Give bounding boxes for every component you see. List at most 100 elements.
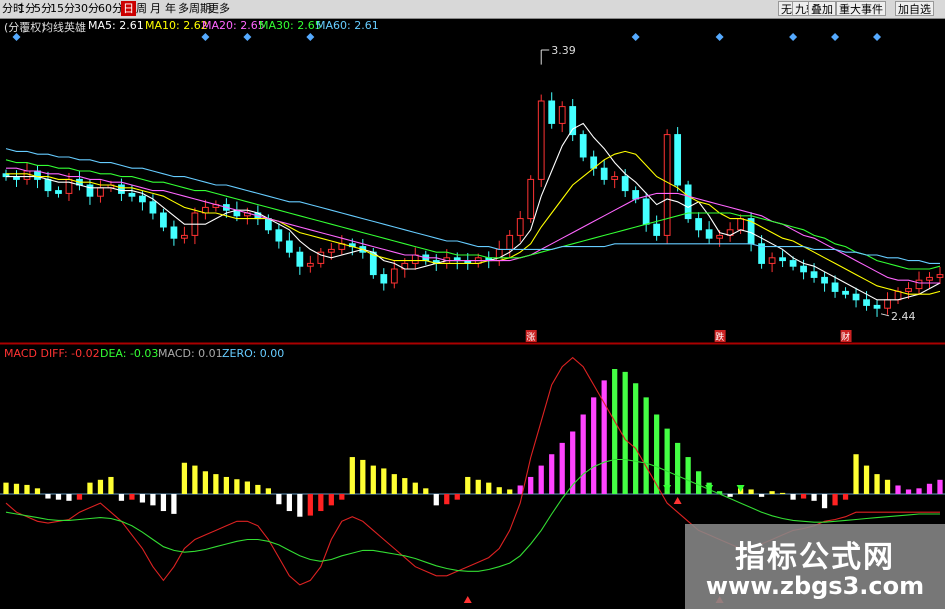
signal-dot [873,33,882,41]
candle-body [181,234,188,239]
sell-arrow [736,485,745,492]
legend-name: (分覆权) [4,21,46,34]
high-label: 3.39 [551,44,576,57]
candle-body [926,276,933,281]
candle-body [275,229,283,242]
legend-item: MA60: 2.61 [316,19,379,32]
toolbar-button[interactable]: 加自选 [895,1,934,16]
candle-body [170,226,178,239]
candle-body [905,288,912,292]
signal-dot [715,33,724,41]
candle-body [579,134,587,158]
chart-canvas[interactable]: 3.39 2.44 涨 跌 财 [0,0,945,609]
candle-body [296,251,304,267]
ma-line-ma30 [5,159,941,270]
candle-body [842,290,849,295]
signal-dot [306,33,315,41]
candle-body [821,276,828,284]
legend-item: MA10: 2.62 [145,19,208,32]
candle-body [44,178,52,192]
period-tab[interactable]: 更多 [206,1,232,16]
candle-body [97,187,104,197]
period-toolbar: 分时 1分 5分 15分 30分 60分日周月年多周期 更多无九转 叠加 重大事件 加自选 [0,0,945,19]
macd-legend-item: MACD: 0.01 [158,347,223,360]
buy-arrow [463,596,472,603]
candle-body [55,190,62,194]
candle-body [621,176,629,192]
candle-body [653,223,661,236]
candle-body [800,265,807,273]
period-tab[interactable]: 周 [134,1,149,16]
low-label: 2.44 [891,310,916,323]
candle-body [600,167,608,180]
candle-body [264,218,272,231]
candle-body [527,178,535,220]
candle-body [884,299,891,309]
candle-body [23,170,31,180]
candle-body [149,201,157,214]
legend-item: MA5: 2.61 [88,19,144,32]
candle-body [380,274,388,284]
candle-body [139,195,146,203]
candle-body [915,279,923,290]
candle-body [495,248,503,262]
candle-body [327,248,335,253]
candle-body [831,282,839,292]
event-marker-label: 涨 [526,332,535,343]
signal-dots [12,33,882,41]
watermark: 指标公式网 www.zbgs3.com [685,524,945,609]
event-marker-label: 财 [841,331,850,343]
candle-body [411,254,419,264]
signal-dot [201,33,210,41]
toolbar-button[interactable]: 叠加 [808,1,836,16]
macd-legend-item: DEA: -0.03 [100,347,159,360]
moving-average-lines [5,122,941,301]
signal-dot [789,33,798,41]
legend-item: MA30: 2.65 [259,19,322,32]
candle-body [674,134,682,186]
candle-body [632,190,640,200]
ma-line-ma60 [5,148,940,264]
candle-body [506,234,514,250]
candle-body [705,229,713,239]
candle-body [86,184,94,197]
candle-body [65,178,73,194]
candlestick-series [2,92,944,317]
candle-body [160,212,167,228]
candle-body [716,234,724,239]
candle-body [789,260,797,267]
candle-body [34,170,41,180]
candle-body [737,218,744,231]
candle-body [936,274,944,278]
macd-legend-item: MACD DIFF: -0.02 [4,347,100,360]
signal-dot [831,33,840,41]
candle-body [128,192,136,197]
candle-body [642,198,650,225]
candle-body [695,218,703,231]
candle-body [118,184,125,194]
legend-indicator: 均线英雄 [42,21,86,34]
candle-body [390,268,398,284]
candle-body [873,304,881,309]
signal-dot [631,33,640,41]
period-tab[interactable]: 月 [148,1,163,16]
candle-body [852,293,860,301]
candle-body [285,240,293,253]
candle-body [516,218,524,236]
candle-body [863,299,870,306]
toolbar-button[interactable]: 重大事件 [836,1,886,16]
macd-legend-item: ZERO: 0.00 [222,347,285,360]
buy-arrow [673,497,682,504]
candle-body [611,176,619,180]
candle-body [779,257,786,262]
ma-line-ma20 [6,167,940,284]
ma-line-ma10 [6,150,941,295]
candle-body [810,271,818,278]
candle-body [558,106,566,124]
ma-line-ma5 [6,122,941,301]
watermark-title: 指标公式网 [735,540,895,575]
event-marker-label: 跌 [715,332,724,343]
signal-dot [243,33,252,41]
candle-body [894,290,902,301]
candle-body [768,257,776,264]
